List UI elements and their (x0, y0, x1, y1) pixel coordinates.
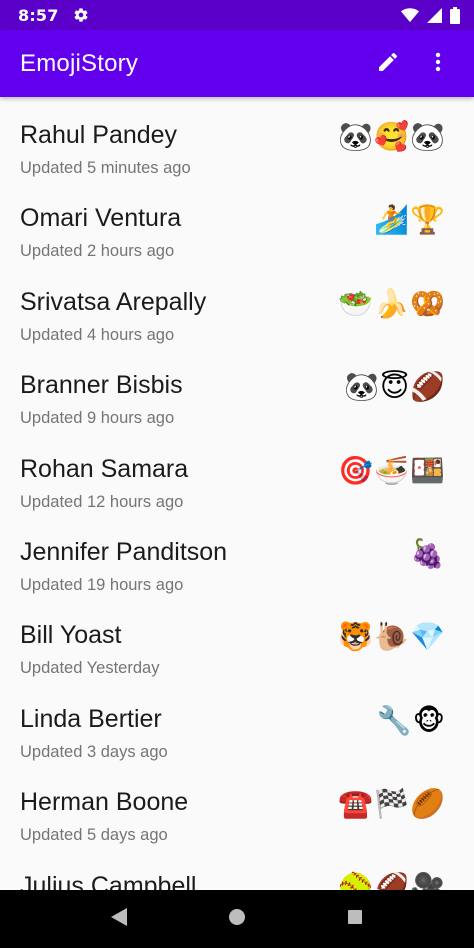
app-actions (368, 44, 458, 84)
user-name: Jennifer Panditson (20, 537, 228, 566)
more-vert-icon (426, 50, 450, 78)
wifi-icon (401, 7, 419, 23)
edit-button[interactable] (368, 44, 408, 84)
recents-button[interactable] (335, 899, 375, 939)
user-name: Rohan Samara (20, 454, 189, 483)
list-item[interactable]: Srivatsa Arepally Updated 4 hours ago 🥗🍌… (0, 276, 474, 359)
emoji-status: 🎯🍜🍱 (338, 453, 446, 487)
emoji-status: 🍇 (410, 536, 446, 570)
list-item[interactable]: Herman Boone Updated 5 days ago ☎️🏁🏉 (0, 776, 474, 859)
back-button[interactable] (99, 899, 139, 939)
status-bar: 8:57 (0, 0, 474, 30)
battery-icon (450, 6, 460, 24)
status-time: 8:57 (18, 5, 59, 25)
home-button[interactable] (217, 899, 257, 939)
edit-icon (376, 50, 400, 78)
user-name: Srivatsa Arepally (20, 287, 207, 316)
emoji-status: 🐼😇🏈 (344, 370, 446, 404)
updated-time: Updated 4 hours ago (20, 325, 175, 344)
recents-icon (347, 909, 363, 929)
updated-time: Updated 5 minutes ago (20, 159, 191, 177)
emoji-status: 🐼🥰🐼 (338, 120, 446, 153)
emoji-status: 🐯🐌💎 (338, 620, 446, 654)
user-name: Julius Campbell (20, 871, 197, 890)
emoji-status: ☎️🏁🏉 (338, 787, 446, 821)
emoji-status: 🏄🏆 (374, 203, 446, 237)
user-name: Linda Bertier (20, 704, 162, 733)
updated-time: Updated 12 hours ago (20, 492, 184, 511)
user-list[interactable]: Rahul Pandey Updated 5 minutes ago 🐼🥰🐼 O… (0, 97, 474, 890)
updated-time: Updated 9 hours ago (20, 409, 175, 428)
list-item[interactable]: Jennifer Panditson Updated 19 hours ago … (0, 526, 474, 609)
emoji-status: 🥎🏈🎥 (338, 870, 446, 890)
list-item[interactable]: Omari Ventura Updated 2 hours ago 🏄🏆 (0, 192, 474, 275)
user-name: Herman Boone (20, 788, 189, 817)
user-name: Rahul Pandey (20, 121, 178, 149)
home-icon (228, 908, 246, 930)
updated-time: Updated 19 hours ago (20, 575, 184, 594)
list-item[interactable]: Linda Bertier Updated 3 days ago 🔧🐵 (0, 693, 474, 776)
more-options-button[interactable] (418, 44, 458, 84)
list-item[interactable]: Bill Yoast Updated Yesterday 🐯🐌💎 (0, 609, 474, 692)
navigation-bar (0, 890, 474, 948)
emoji-status: 🔧🐵 (376, 703, 446, 737)
updated-time: Updated 3 days ago (20, 742, 168, 761)
emoji-status: 🥗🍌🥨 (338, 286, 446, 320)
signal-icon (427, 7, 442, 23)
app-title: EmojiStory (20, 49, 139, 77)
user-name: Bill Yoast (20, 621, 122, 650)
back-icon (110, 907, 128, 931)
updated-time: Updated 2 hours ago (20, 242, 175, 261)
updated-time: Updated 5 days ago (20, 826, 168, 845)
user-name: Branner Bisbis (20, 371, 183, 400)
app-bar: EmojiStory (0, 30, 474, 97)
list-item[interactable]: Julius Campbell 🥎🏈🎥 (0, 860, 474, 890)
list-item[interactable]: Rohan Samara Updated 12 hours ago 🎯🍜🍱 (0, 443, 474, 526)
user-name: Omari Ventura (20, 204, 182, 233)
gear-icon (73, 7, 89, 23)
list-item[interactable]: Branner Bisbis Updated 9 hours ago 🐼😇🏈 (0, 359, 474, 442)
list-item[interactable]: Rahul Pandey Updated 5 minutes ago 🐼🥰🐼 (0, 109, 474, 192)
updated-time: Updated Yesterday (20, 659, 160, 678)
